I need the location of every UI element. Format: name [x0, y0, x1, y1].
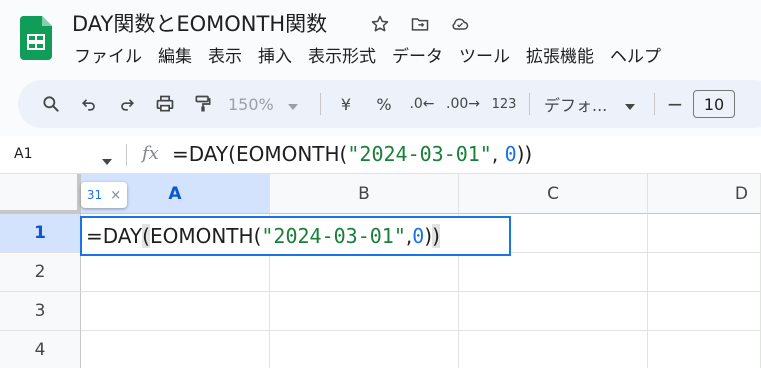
cell-d3[interactable] [648, 292, 761, 331]
editor-open-paren: ( [142, 224, 150, 248]
font-size-input[interactable]: 10 [693, 90, 735, 118]
menu-data[interactable]: データ [384, 42, 451, 67]
column-header-b[interactable]: B [270, 174, 459, 214]
toolbar-area: 150% ¥ % .0← .00→ 123 デフォ... − 10 [0, 76, 761, 136]
row-header-1[interactable]: 1 [0, 214, 81, 253]
search-menus-icon[interactable] [32, 88, 70, 120]
menu-bar: ファイル 編集 表示 挿入 表示形式 データ ツール 拡張機能 ヘルプ [66, 42, 669, 67]
decrease-font-size-button[interactable]: − [661, 88, 689, 120]
currency-format-button[interactable]: ¥ [327, 88, 365, 120]
toolbar-divider [529, 93, 530, 115]
formula-result-tooltip: 31 × [81, 182, 127, 208]
cell-c2[interactable] [459, 253, 648, 292]
paint-format-icon[interactable] [184, 88, 222, 120]
cell-a4[interactable] [81, 331, 270, 368]
toolbar: 150% ¥ % .0← .00→ 123 デフォ... − 10 [18, 80, 761, 128]
number-format-button[interactable]: 123 [485, 88, 523, 120]
app-header: DAY関数とEOMONTH関数 ファイル 編集 表示 挿入 表示形式 データ ツ… [0, 0, 761, 76]
decrease-decimal-label: .0← [409, 96, 435, 112]
fx-icon: fx [142, 143, 159, 164]
increase-decimal-label: .00→ [446, 96, 480, 112]
cell-b4[interactable] [270, 331, 459, 368]
select-all-corner[interactable] [0, 174, 81, 214]
menu-extensions[interactable]: 拡張機能 [518, 42, 602, 67]
print-icon[interactable] [146, 88, 184, 120]
cell-b3[interactable] [270, 292, 459, 331]
toolbar-divider [654, 93, 655, 115]
tooltip-value: 31 [86, 188, 103, 202]
chevron-down-icon [625, 95, 636, 114]
formula-separator-text: , [491, 142, 505, 166]
editor-string-text: "2024-03-01" [261, 224, 406, 248]
sheets-logo-icon[interactable] [20, 16, 52, 60]
cell-d1[interactable] [648, 214, 761, 253]
editor-outer-close: ) [432, 224, 440, 248]
column-header-c[interactable]: C [459, 174, 648, 214]
zoom-value: 150% [228, 94, 274, 114]
column-header-d[interactable]: D [648, 174, 761, 214]
close-icon[interactable]: × [110, 188, 121, 203]
menu-view[interactable]: 表示 [200, 42, 250, 67]
cloud-saved-icon[interactable] [446, 10, 474, 38]
star-icon[interactable] [366, 10, 394, 38]
cell-b2[interactable] [270, 253, 459, 292]
row-header-2[interactable]: 2 [0, 253, 81, 292]
editor-inner-function-text: EOMONTH( [149, 224, 262, 248]
zoom-select[interactable]: 150% [222, 88, 314, 120]
cell-d2[interactable] [648, 253, 761, 292]
editor-number-text: 0 [412, 224, 425, 248]
percent-format-button[interactable]: % [365, 88, 403, 120]
menu-edit[interactable]: 編集 [150, 42, 200, 67]
cell-editor[interactable]: =DAY(EOMONTH("2024-03-01", 0)) [80, 216, 511, 256]
menu-format[interactable]: 表示形式 [300, 42, 384, 67]
menu-file[interactable]: ファイル [66, 42, 150, 67]
menu-tools[interactable]: ツール [451, 42, 518, 67]
row-header-4[interactable]: 4 [0, 331, 81, 368]
formula-bar: A1 fx =DAY(EOMONTH("2024-03-01", 0)) [0, 136, 761, 174]
spreadsheet-grid: A B C D 1 2 3 4 =DAY(EOMONTH("2024-03-01… [0, 174, 761, 368]
formula-input[interactable]: =DAY(EOMONTH("2024-03-01", 0)) [172, 142, 532, 166]
formula-number-text: 0 [504, 142, 517, 166]
undo-icon[interactable] [70, 88, 108, 120]
decrease-decimal-button[interactable]: .0← [403, 88, 441, 120]
chevron-down-icon[interactable] [102, 150, 112, 169]
formula-function-text: =DAY(EOMONTH( [172, 142, 348, 166]
toolbar-divider [320, 93, 321, 115]
font-select[interactable]: デフォ... [536, 88, 648, 120]
editor-inner-close: ) [424, 224, 433, 248]
cell-c3[interactable] [459, 292, 648, 331]
formula-bar-divider [126, 144, 127, 166]
menu-help[interactable]: ヘルプ [602, 42, 669, 67]
document-title[interactable]: DAY関数とEOMONTH関数 [72, 8, 327, 38]
editor-function-text: =DAY [86, 224, 143, 248]
row-header-3[interactable]: 3 [0, 292, 81, 331]
chevron-down-icon [287, 95, 298, 114]
formula-close-text: )) [516, 142, 533, 166]
menu-insert[interactable]: 挿入 [250, 42, 300, 67]
formula-string-text: "2024-03-01" [347, 142, 492, 166]
redo-icon[interactable] [108, 88, 146, 120]
cell-d4[interactable] [648, 331, 761, 368]
increase-decimal-button[interactable]: .00→ [441, 88, 485, 120]
cell-a2[interactable] [81, 253, 270, 292]
cell-c4[interactable] [459, 331, 648, 368]
font-value: デフォ... [544, 96, 608, 115]
name-box[interactable]: A1 [14, 146, 32, 162]
move-folder-icon[interactable] [406, 10, 434, 38]
cell-a3[interactable] [81, 292, 270, 331]
